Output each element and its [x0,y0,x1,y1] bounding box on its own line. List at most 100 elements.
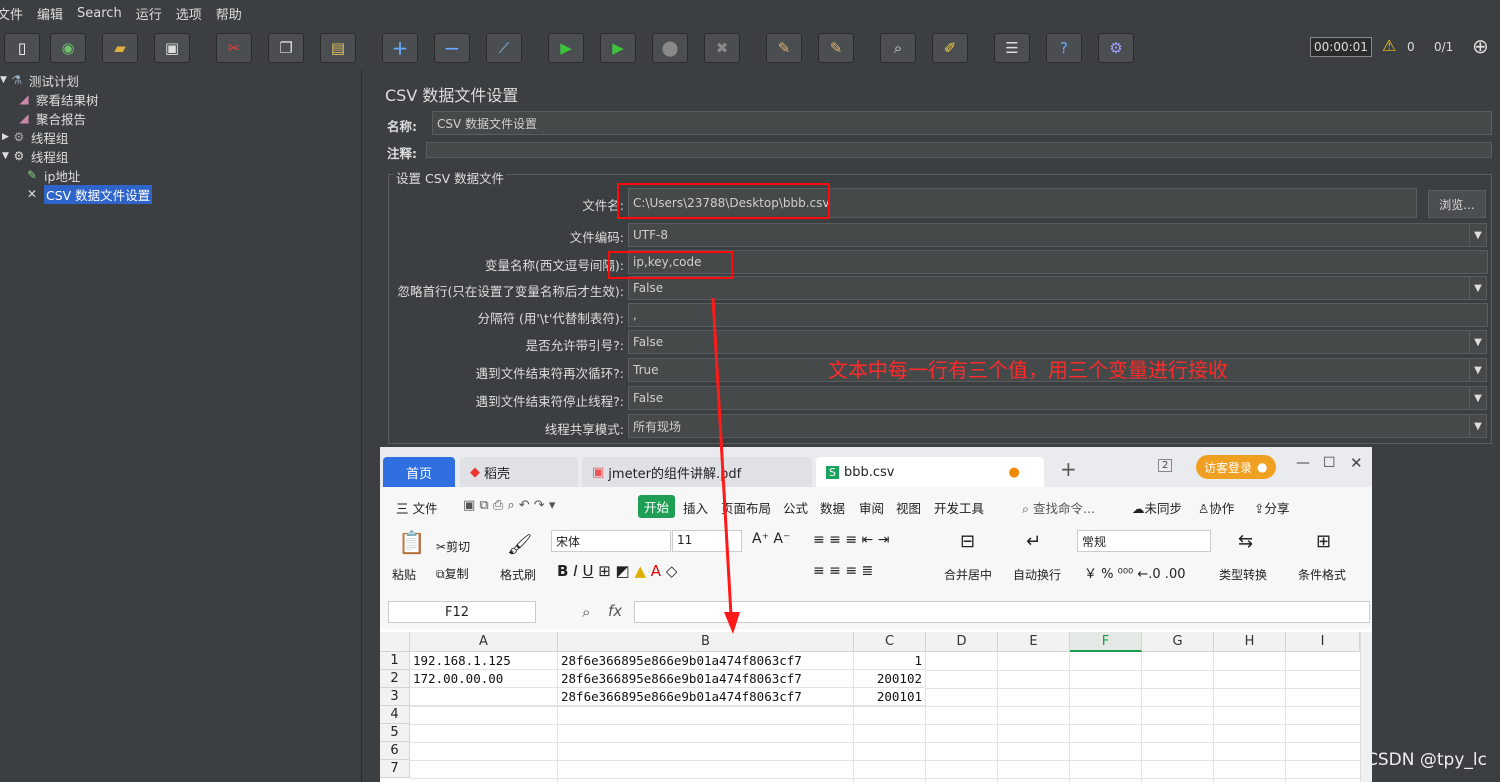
encoding-select[interactable]: UTF-8 [628,223,1470,247]
menu-search[interactable]: Search [77,6,122,21]
comment-input[interactable] [426,142,1492,158]
expand-icon[interactable]: + [382,33,418,63]
shutdown-icon[interactable]: ✖ [704,33,740,63]
remote-icon[interactable]: ⚙ [1098,33,1134,63]
paste-icon[interactable]: 📋 [398,531,425,556]
number-format-icons[interactable]: ￥ % ⁰⁰⁰ ←.0 .00 [1084,563,1186,582]
menu-file[interactable]: 文件 [0,4,23,23]
name-input[interactable]: CSV 数据文件设置 [432,111,1492,135]
align-top-icons[interactable]: ≡ ≡ ≡ ⇤ ⇥ [813,532,889,548]
align-horizontal-icons[interactable]: ≡ ≡ ≡ ≣ [813,563,873,579]
format-brush-button[interactable]: 格式刷 [500,566,536,583]
copy-button[interactable]: ⧉复制 [436,565,469,582]
paste-button[interactable]: 粘贴 [392,566,416,583]
toggle-icon[interactable]: ⟋ [486,33,522,63]
save-icon[interactable]: ▣ [154,33,190,63]
menu-developer[interactable]: 开发工具 [934,498,984,517]
clear-all-icon[interactable]: ✎ [818,33,854,63]
reset-search-icon[interactable]: ✐ [932,33,968,63]
chevron-down-icon[interactable]: ▼ [1469,223,1487,247]
sync-status[interactable]: ☁未同步 [1132,498,1182,517]
wrap-text-button[interactable]: 自动换行 [1013,566,1061,583]
cut-button[interactable]: ✂剪切 [436,538,470,555]
start-icon[interactable]: ▶ [548,33,584,63]
collapse-icon[interactable]: − [434,33,470,63]
share-button[interactable]: ⇪分享 [1254,498,1290,517]
number-format-select[interactable]: 常规 [1077,530,1211,552]
login-button[interactable]: 访客登录 ● [1196,455,1276,479]
type-convert-icon[interactable]: ⇆ [1238,531,1253,552]
stop-on-eof-select[interactable]: False [628,386,1470,410]
menu-review[interactable]: 审阅 [859,498,884,517]
font-size-select[interactable]: 11 [672,530,742,552]
wrap-icon[interactable]: ↵ [1026,531,1041,552]
brush-icon[interactable]: 🖌 [507,532,532,556]
clear-icon[interactable]: ✎ [766,33,802,63]
merge-icon[interactable]: ⊟ [960,531,975,552]
zoom-icon[interactable]: ⌕ [582,603,590,621]
font-style-icons[interactable]: B I U ⊞ ◩ ▲ A ◇ [557,562,677,580]
menu-help[interactable]: 帮助 [216,4,242,23]
chevron-down-icon[interactable]: ▼ [1469,330,1487,354]
conditional-format-button[interactable]: 条件格式 [1298,566,1346,583]
minimize-icon[interactable]: — [1296,455,1310,471]
chevron-down-icon[interactable]: ▼ [1469,276,1487,300]
new-icon[interactable]: ▯ [4,33,40,63]
merge-center-button[interactable]: 合并居中 [944,566,992,583]
open-icon[interactable]: ▰ [102,33,138,63]
menu-page-layout[interactable]: 页面布局 [721,498,771,517]
menu-data[interactable]: 数据 [820,498,845,517]
start-no-pause-icon[interactable]: ▶ [600,33,636,63]
close-icon[interactable]: ✕ [1350,454,1363,472]
menu-home[interactable]: 开始 [638,495,676,518]
chevron-down-icon[interactable]: ▼ [1469,358,1487,382]
paste-icon[interactable]: ▤ [320,33,356,63]
type-convert-button[interactable]: 类型转换 [1219,566,1267,583]
new-tab-icon[interactable]: + [1060,457,1077,481]
ignore-first-line-select[interactable]: False [628,276,1470,300]
tree-item-thread-group-2[interactable]: ▼ ⚙ 线程组 [2,147,68,165]
formula-input[interactable] [634,601,1370,623]
tab-pdf[interactable]: ▣ jmeter的组件讲解.pdf [582,457,812,487]
command-search[interactable]: ⌕ 查找命令... [1022,498,1095,517]
tree-item-results-tree[interactable]: ◢ 察看结果树 [16,90,98,108]
menu-file[interactable]: 三 文件 [396,498,437,517]
templates-icon[interactable]: ◉ [50,33,86,63]
cut-icon[interactable]: ✂ [216,33,252,63]
allow-quoted-select[interactable]: False [628,330,1470,354]
function-icon[interactable]: fx [608,602,622,620]
menu-run[interactable]: 运行 [136,4,162,23]
collab-button[interactable]: ♙协作 [1198,498,1234,517]
menu-formula[interactable]: 公式 [783,498,808,517]
tree-item-csv-config[interactable]: ✕ CSV 数据文件设置 [24,184,153,204]
maximize-icon[interactable]: ☐ [1323,455,1336,471]
cell-reference-box[interactable]: F12 [388,601,536,623]
font-select[interactable]: 宋体 [551,530,671,552]
help-icon[interactable]: ? [1046,33,1082,63]
tree-item-thread-group-1[interactable]: ▶ ⚙ 线程组 [2,128,68,146]
copy-icon[interactable]: ❐ [268,33,304,63]
function-helper-icon[interactable]: ☰ [994,33,1030,63]
sharing-mode-select[interactable]: 所有现场 [628,414,1470,438]
stop-icon[interactable]: ⬤ [652,33,688,63]
variable-names-input[interactable]: ip,key,code [628,250,1488,274]
font-size-step-icons[interactable]: A⁺ A⁻ [752,531,790,547]
table-icon[interactable]: ⊞ [1316,531,1331,552]
tree-item-ip-address[interactable]: ✎ ip地址 [24,166,80,184]
menu-insert[interactable]: 插入 [683,498,708,517]
filename-input[interactable]: C:\Users\23788\Desktop\bbb.csv [628,188,1417,218]
search-icon[interactable]: ⌕ [880,33,916,63]
window-count[interactable]: 2 [1158,459,1173,472]
tab-docer[interactable]: ◆ 稻壳 [460,457,578,487]
tree-item-aggregate-report[interactable]: ◢ 聚合报告 [16,109,86,127]
tree-item-test-plan[interactable]: ▼ ⚗ 测试计划 [0,71,79,89]
quick-access-icons[interactable]: ▣ ⧉ ⎙ ⌕ ↶ ↷ ▾ [463,498,555,513]
browse-button[interactable]: 浏览... [1428,190,1486,218]
tab-csv[interactable]: Sbbb.csv ● [816,457,1044,487]
menu-view[interactable]: 视图 [896,498,921,517]
chevron-down-icon[interactable]: ▼ [1469,414,1487,438]
menu-options[interactable]: 选项 [176,4,202,23]
chevron-down-icon[interactable]: ▼ [1469,386,1487,410]
delimiter-input[interactable]: , [628,303,1488,327]
tab-home[interactable]: 首页 [383,457,455,487]
